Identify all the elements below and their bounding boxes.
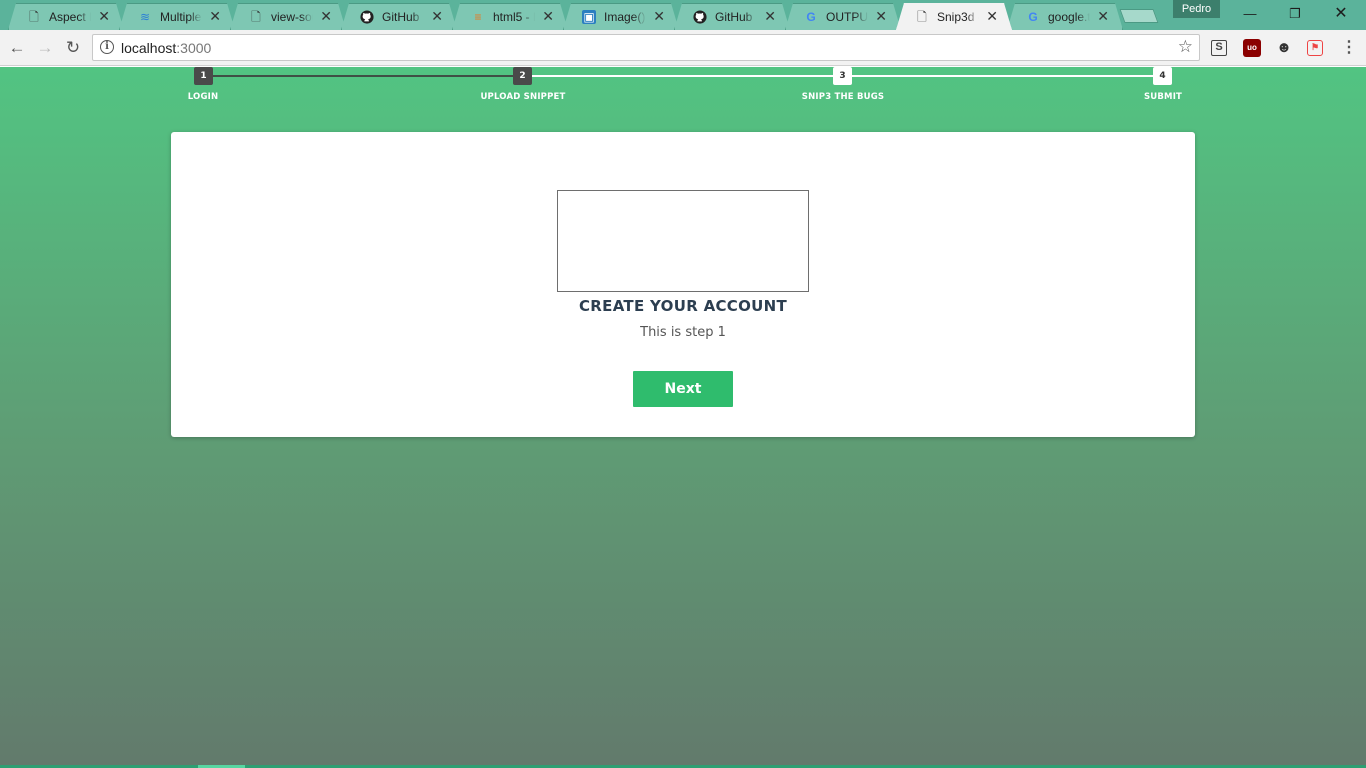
close-tab-icon[interactable]: ✕ xyxy=(431,9,443,23)
close-tab-icon[interactable]: ✕ xyxy=(1097,9,1109,23)
close-tab-icon[interactable]: ✕ xyxy=(209,9,221,23)
bookmark-star-icon[interactable]: ☆ xyxy=(1178,38,1193,56)
tab-title: GitHub xyxy=(382,10,420,24)
extension-s-icon[interactable]: S xyxy=(1211,40,1227,56)
minimize-icon[interactable]: — xyxy=(1227,4,1273,24)
close-window-icon[interactable]: ✕ xyxy=(1318,4,1364,24)
tab-title: google.t xyxy=(1048,10,1090,24)
next-button[interactable]: Next xyxy=(633,371,733,407)
close-tab-icon[interactable]: ✕ xyxy=(320,9,332,23)
browser-tab[interactable]: GitHub ✕ xyxy=(674,3,790,30)
restore-icon[interactable]: ❐ xyxy=(1272,4,1318,24)
step-marker-3[interactable]: 3 xyxy=(833,67,852,85)
red-extension-icon[interactable]: ⚑ xyxy=(1307,40,1323,56)
close-tab-icon[interactable]: ✕ xyxy=(986,9,998,23)
step-label-snip3: SNIP3 THE BUGS xyxy=(801,92,885,102)
tab-title: Multiple S xyxy=(160,10,202,24)
close-tab-icon[interactable]: ✕ xyxy=(98,9,110,23)
tab-title: Snip3d - xyxy=(937,10,979,24)
step-label-submit: SUBMIT xyxy=(1143,92,1183,102)
browser-tab[interactable]: ≡ html5 - D ✕ xyxy=(452,3,568,30)
browser-tab[interactable]: G google.t ✕ xyxy=(1007,3,1123,30)
step-marker-4[interactable]: 4 xyxy=(1153,67,1172,85)
google-icon: G xyxy=(1028,10,1038,24)
step-marker-1[interactable]: 1 xyxy=(194,67,213,85)
forward-arrow-icon[interactable]: → xyxy=(34,37,56,59)
google-icon: G xyxy=(806,10,816,24)
back-arrow-icon[interactable]: ← xyxy=(6,37,28,59)
browser-tab-active[interactable]: 🗋 Snip3d - ✕ xyxy=(896,3,1012,30)
reload-icon[interactable]: ↻ xyxy=(62,37,84,59)
browser-tab[interactable]: ▣ Image() - ✕ xyxy=(563,3,679,30)
new-tab-button[interactable] xyxy=(1119,9,1159,23)
tab-title: view-sour xyxy=(271,10,312,24)
browser-tab[interactable]: GitHub ✕ xyxy=(341,3,457,30)
stackoverflow-icon: ≡ xyxy=(474,10,482,24)
ublock-icon[interactable]: uo xyxy=(1243,39,1261,57)
tab-title: OUTPUT xyxy=(826,10,868,24)
browser-tab[interactable]: 🗋 view-sour ✕ xyxy=(230,3,346,30)
tab-title: Image() - xyxy=(604,10,646,24)
chat-extension-icon[interactable]: ☻ xyxy=(1275,39,1293,57)
browser-toolbar: ← → ↻ i localhost:3000 ☆ S uo ☻ ⚑ ⋮ xyxy=(0,30,1366,66)
address-bar[interactable]: i localhost:3000 ☆ xyxy=(92,34,1200,61)
doc-icon: 🗋 xyxy=(29,10,39,24)
github-icon xyxy=(693,10,707,24)
step-marker-2[interactable]: 2 xyxy=(513,67,532,85)
browser-tab[interactable]: ≋ Multiple S ✕ xyxy=(119,3,235,30)
doc-icon: 🗋 xyxy=(251,10,261,24)
step-label-upload: UPLOAD SNIPPET xyxy=(480,92,566,102)
close-tab-icon[interactable]: ✕ xyxy=(764,9,776,23)
tab-title: Aspect Ra xyxy=(49,10,86,24)
menu-dots-icon[interactable]: ⋮ xyxy=(1340,39,1358,57)
github-icon xyxy=(360,10,374,24)
tab-title: html5 - D xyxy=(493,10,530,24)
step-label-login: LOGIN xyxy=(187,92,219,102)
step-progress-bar: 1 2 3 4 LOGIN UPLOAD SNIPPET SNIP3 THE B… xyxy=(0,67,1366,107)
profile-button[interactable]: Pedro xyxy=(1173,0,1220,18)
card-heading: CREATE YOUR ACCOUNT xyxy=(578,297,788,315)
close-tab-icon[interactable]: ✕ xyxy=(542,9,554,23)
page-background: 1 2 3 4 LOGIN UPLOAD SNIPPET SNIP3 THE B… xyxy=(0,67,1366,768)
info-icon[interactable]: i xyxy=(100,40,114,54)
tab-strip: 🗋 Aspect Ra ✕ ≋ Multiple S ✕ 🗋 view-sour… xyxy=(0,0,1366,30)
browser-tab[interactable]: 🗋 Aspect Ra ✕ xyxy=(8,3,124,30)
browser-tab[interactable]: G OUTPUT ✕ xyxy=(785,3,901,30)
close-tab-icon[interactable]: ✕ xyxy=(875,9,887,23)
empty-frame xyxy=(557,190,809,292)
url-text[interactable]: localhost:3000 xyxy=(121,40,211,56)
progress-line-complete xyxy=(203,75,523,77)
doc-icon: 🗋 xyxy=(917,10,927,24)
close-tab-icon[interactable]: ✕ xyxy=(653,9,665,23)
form-card: CREATE YOUR ACCOUNT This is step 1 Next xyxy=(171,132,1195,437)
image-icon: ▣ xyxy=(583,10,595,24)
tab-title: GitHub xyxy=(715,10,753,24)
card-subtitle: This is step 1 xyxy=(640,325,726,340)
wave-icon: ≋ xyxy=(139,10,151,24)
